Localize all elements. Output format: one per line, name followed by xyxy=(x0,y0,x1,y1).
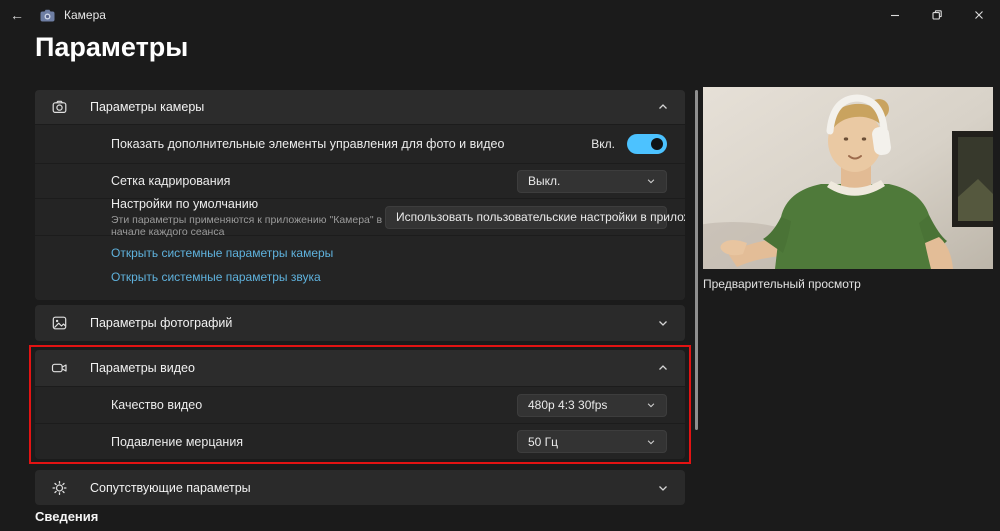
related-settings-card: Сопутствующие параметры xyxy=(35,470,685,505)
chevron-down-icon xyxy=(646,176,656,186)
chevron-down-icon xyxy=(646,437,656,447)
window-title: Камера xyxy=(64,8,106,22)
close-icon xyxy=(972,8,986,22)
related-settings-title: Сопутствующие параметры xyxy=(90,481,657,495)
extra-controls-label: Показать дополнительные элементы управле… xyxy=(111,137,504,151)
default-settings-dropdown[interactable]: Использовать пользовательские настройки … xyxy=(385,206,667,229)
flicker-reduction-row: Подавление мерцания 50 Гц xyxy=(35,423,685,459)
video-settings-card: Параметры видео Качество видео 480p 4:3 … xyxy=(35,350,685,459)
maximize-button[interactable] xyxy=(916,0,958,30)
camera-settings-card: Параметры камеры Показать дополнительные… xyxy=(35,90,685,300)
gear-icon xyxy=(51,480,68,496)
open-system-camera-settings-link[interactable]: Открыть системные параметры камеры xyxy=(111,246,667,260)
window-controls xyxy=(874,0,1000,30)
video-quality-dropdown[interactable]: 480p 4:3 30fps xyxy=(517,394,667,417)
framing-grid-row: Сетка кадрирования Выкл. xyxy=(35,163,685,198)
camera-preview-image xyxy=(703,87,993,269)
toggle-knob xyxy=(651,138,663,150)
framing-grid-label: Сетка кадрирования xyxy=(111,174,230,188)
about-section-heading: Сведения xyxy=(35,509,98,524)
framing-grid-dropdown[interactable]: Выкл. xyxy=(517,170,667,193)
titlebar: ← Камера xyxy=(0,0,1000,30)
video-camera-icon xyxy=(51,360,68,376)
video-quality-value: 480p 4:3 30fps xyxy=(528,398,607,412)
chevron-down-icon xyxy=(646,400,656,410)
close-button[interactable] xyxy=(958,0,1000,30)
flicker-reduction-label: Подавление мерцания xyxy=(111,435,243,449)
default-settings-value: Использовать пользовательские настройки … xyxy=(396,210,685,224)
camera-settings-header[interactable]: Параметры камеры xyxy=(35,90,685,124)
framing-grid-value: Выкл. xyxy=(528,174,560,188)
photo-settings-card: Параметры фотографий xyxy=(35,305,685,341)
flicker-reduction-dropdown[interactable]: 50 Гц xyxy=(517,430,667,453)
chevron-down-icon[interactable] xyxy=(657,482,669,494)
toggle-state-label: Вкл. xyxy=(591,137,615,151)
open-system-sound-settings-link[interactable]: Открыть системные параметры звука xyxy=(111,270,667,284)
preview-caption: Предварительный просмотр xyxy=(703,277,993,291)
camera-app-icon xyxy=(40,7,56,23)
vertical-scrollbar[interactable] xyxy=(695,90,698,430)
video-settings-title: Параметры видео xyxy=(90,361,657,375)
minimize-icon xyxy=(888,8,902,22)
system-links-block: Открыть системные параметры камеры Откры… xyxy=(35,235,685,300)
default-settings-label: Настройки по умолчанию xyxy=(111,197,385,211)
default-settings-row: Настройки по умолчанию Эти параметры при… xyxy=(35,198,685,235)
back-icon: ← xyxy=(10,7,24,23)
chevron-down-icon[interactable] xyxy=(657,317,669,329)
default-settings-description: Эти параметры применяются к приложению "… xyxy=(111,214,385,238)
chevron-up-icon[interactable] xyxy=(657,101,669,113)
camera-icon xyxy=(51,99,68,115)
settings-panel: Параметры камеры Показать дополнительные… xyxy=(35,90,685,505)
photo-settings-title: Параметры фотографий xyxy=(90,316,657,330)
back-button[interactable]: ← xyxy=(0,0,34,30)
restore-icon xyxy=(930,8,944,22)
photo-settings-header[interactable]: Параметры фотографий xyxy=(35,305,685,341)
video-quality-label: Качество видео xyxy=(111,398,202,412)
photo-icon xyxy=(51,315,68,331)
video-section-highlight: Параметры видео Качество видео 480p 4:3 … xyxy=(29,345,691,464)
page-title: Параметры xyxy=(35,32,188,63)
minimize-button[interactable] xyxy=(874,0,916,30)
camera-preview-panel: Предварительный просмотр xyxy=(703,87,993,291)
video-quality-row: Качество видео 480p 4:3 30fps xyxy=(35,386,685,423)
related-settings-header[interactable]: Сопутствующие параметры xyxy=(35,470,685,505)
flicker-reduction-value: 50 Гц xyxy=(528,435,558,449)
video-settings-header[interactable]: Параметры видео xyxy=(35,350,685,386)
chevron-up-icon[interactable] xyxy=(657,362,669,374)
camera-settings-title: Параметры камеры xyxy=(90,100,657,114)
extra-controls-toggle[interactable] xyxy=(627,134,667,154)
extra-controls-row: Показать дополнительные элементы управле… xyxy=(35,124,685,163)
